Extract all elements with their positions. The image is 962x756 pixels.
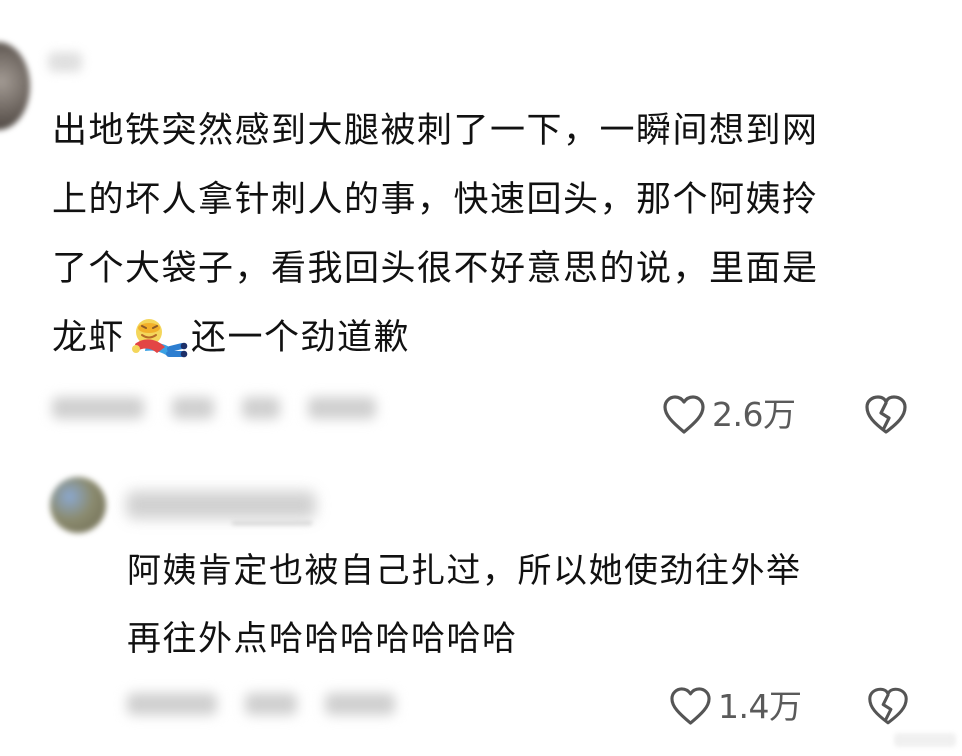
reply-like-button[interactable]: 1.4万 bbox=[669, 686, 802, 727]
comment-dislike-button[interactable] bbox=[862, 394, 910, 436]
reply-text: 阿姨肯定也被自己扎过，所以她使劲往外举 再往外点哈哈哈哈哈哈哈 bbox=[127, 551, 802, 659]
commenter-name-blurred bbox=[48, 52, 82, 72]
watermark-mark bbox=[894, 733, 956, 747]
reply-like-count: 1.4万 bbox=[718, 686, 802, 726]
reply-meta-blurred bbox=[127, 693, 423, 721]
reply-name-underline-blurred bbox=[232, 521, 312, 525]
comment-like-count: 2.6万 bbox=[712, 395, 796, 434]
commenter-avatar[interactable] bbox=[0, 42, 30, 130]
broken-heart-icon bbox=[868, 687, 908, 725]
heart-outline-icon bbox=[670, 687, 711, 725]
comment-like-button[interactable]: 2.6万 bbox=[662, 394, 796, 436]
heart-outline-icon bbox=[663, 395, 705, 434]
reply-name-blurred bbox=[126, 491, 316, 519]
broken-heart-icon bbox=[865, 395, 907, 434]
comment-meta-blurred bbox=[52, 397, 404, 425]
reply-dislike-button[interactable] bbox=[865, 686, 911, 727]
lying-down-person-emoji bbox=[132, 319, 188, 358]
comment-text-after-emoji: 还一个劲道歉 bbox=[191, 318, 411, 358]
comment-text: 出地铁突然感到大腿被刺了一下，一瞬间想到网 上的坏人拿针刺人的事，快速回头，那个… bbox=[52, 97, 932, 373]
reply-avatar[interactable] bbox=[50, 477, 106, 533]
